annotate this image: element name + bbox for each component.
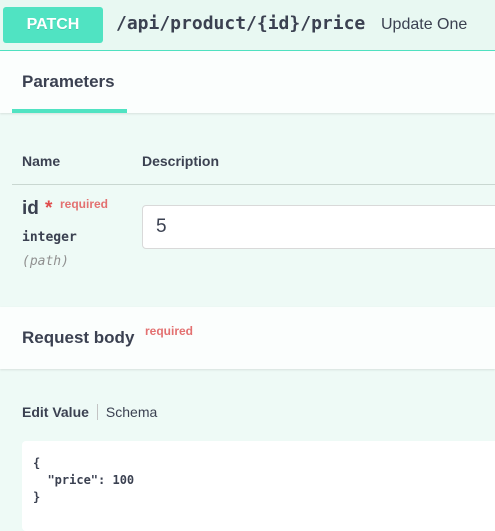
parameters-section-header: Parameters bbox=[0, 51, 495, 113]
param-name: id bbox=[22, 198, 39, 219]
example-code: { "price": 100 } bbox=[33, 455, 134, 506]
required-star: * bbox=[45, 198, 53, 219]
column-header-description: Description bbox=[142, 153, 220, 169]
request-body-required-label: required bbox=[145, 324, 194, 338]
tab-parameters-label: Parameters bbox=[22, 72, 115, 91]
param-required-label: required bbox=[60, 197, 109, 211]
request-body-title: Request body bbox=[22, 328, 135, 347]
tab-parameters[interactable]: Parameters bbox=[12, 51, 127, 113]
operation-summary[interactable]: PATCH /api/product/{id}/price Update One bbox=[0, 0, 495, 51]
param-location: (path) bbox=[22, 254, 69, 269]
request-body-header: Request body required bbox=[0, 307, 495, 369]
header-divider bbox=[12, 184, 495, 185]
tab-schema[interactable]: Schema bbox=[106, 404, 157, 420]
endpoint-path: /api/product/{id}/price bbox=[116, 13, 366, 34]
operation-description: Update One bbox=[381, 16, 468, 33]
id-param-input[interactable] bbox=[142, 205, 495, 249]
method-badge: PATCH bbox=[3, 7, 103, 43]
tab-separator bbox=[96, 404, 98, 420]
column-header-name: Name bbox=[22, 153, 61, 169]
code-line: "price": 100 bbox=[33, 473, 135, 487]
tab-edit-value[interactable]: Edit Value bbox=[22, 404, 89, 420]
request-body-example[interactable]: { "price": 100 } bbox=[22, 441, 495, 531]
param-type: integer bbox=[22, 230, 77, 245]
code-line: } bbox=[33, 490, 41, 504]
code-line: { bbox=[33, 456, 41, 470]
body-tabs: Edit Value Schema bbox=[22, 404, 157, 420]
